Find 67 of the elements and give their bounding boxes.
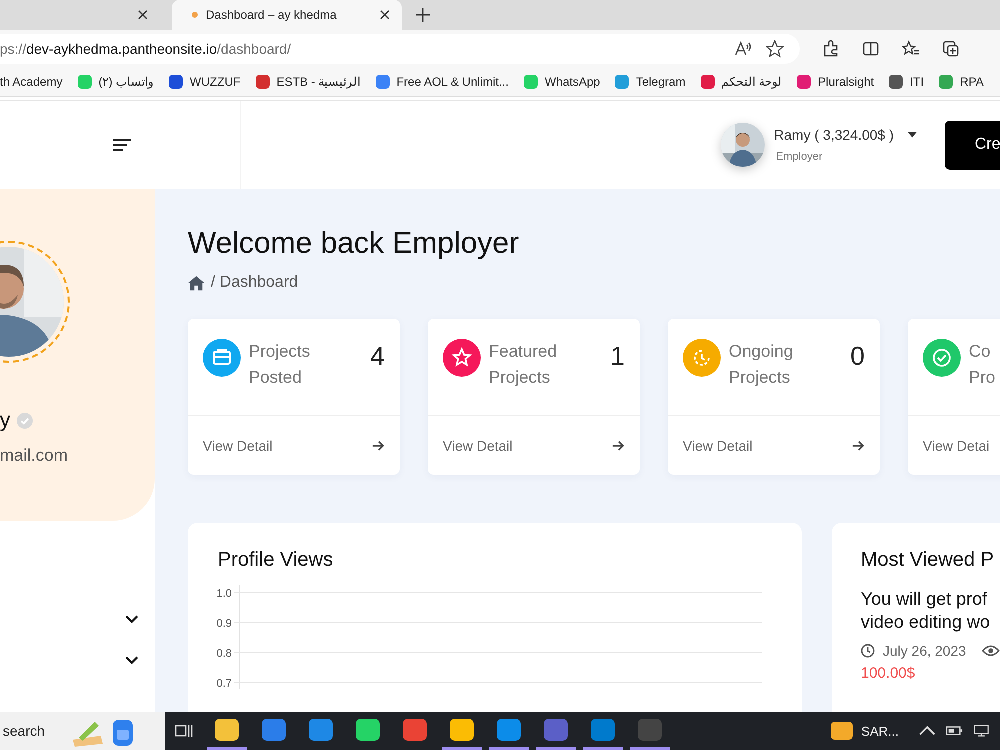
battery-icon[interactable] [946, 725, 963, 737]
home-icon[interactable] [188, 276, 205, 290]
axis-tick-label: 0.9 [216, 618, 232, 630]
post-date: July 26, 2023 [883, 643, 966, 659]
extensions-icon[interactable] [822, 40, 840, 58]
bookmark-link[interactable]: لوحة التحكم [700, 75, 782, 89]
view-detail-link[interactable]: View Detail [443, 438, 602, 454]
profile-name: y [0, 409, 10, 433]
user-role: Employer [776, 151, 824, 163]
axis-tick-label: 0.8 [216, 648, 232, 660]
stat-label: Projects Posted [249, 341, 312, 389]
search-field[interactable]: search [0, 712, 165, 750]
stat-count: 0 [850, 341, 865, 372]
stat-label: Ongoing Projects [729, 341, 794, 389]
favicon-icon [192, 12, 198, 18]
weather-icon [831, 722, 854, 740]
card-title: Most Viewed P [861, 549, 996, 572]
close-icon[interactable] [138, 10, 148, 20]
view-detail-link[interactable]: View Detai [923, 438, 1000, 454]
chart-title: Profile Views [218, 549, 334, 572]
browser-tab[interactable]: Dashboard – ay khedma [172, 0, 402, 30]
clock-icon [861, 644, 875, 658]
profile-email: mail.com [0, 446, 68, 466]
view-detail-link[interactable]: View Detail [683, 438, 842, 454]
chevron-down-icon[interactable] [125, 615, 139, 624]
bookmark-link[interactable]: WhatsApp [524, 75, 600, 89]
read-aloud-icon[interactable] [734, 40, 752, 58]
caret-icon[interactable] [908, 132, 917, 138]
eye-icon [982, 645, 1000, 657]
favorite-star-icon[interactable] [766, 40, 784, 58]
job-price: 100.00$ [861, 665, 916, 682]
create-button[interactable]: Cre [945, 120, 1000, 170]
bookmark-link[interactable]: (٢) واتساب [78, 75, 154, 89]
bookmark-link[interactable]: Free AOL & Unlimit... [376, 75, 509, 89]
view-detail-link[interactable]: View Detail [203, 438, 362, 454]
job-title[interactable]: You will get prof video editing wo [861, 588, 1000, 634]
favorites-icon[interactable] [902, 40, 920, 58]
stat-label: Co Pro [969, 341, 996, 389]
weather-text: SAR... [861, 724, 899, 738]
stat-count: 1 [610, 341, 625, 372]
stat-label: Featured Projects [489, 341, 558, 389]
chevron-up-icon[interactable] [919, 725, 936, 737]
arrow-right-icon[interactable] [372, 440, 385, 452]
bookmark-link[interactable]: th Academy [0, 75, 63, 89]
stat-count: 4 [370, 341, 385, 372]
user-name[interactable]: Ramy ( 3,324.00$ ) [774, 127, 894, 143]
bookmark-link[interactable]: ITI [889, 75, 924, 89]
close-icon[interactable] [380, 10, 390, 20]
collections-icon[interactable] [942, 40, 960, 58]
split-screen-icon[interactable] [862, 40, 880, 58]
bookmark-link[interactable]: ESTB - الرئيسية [256, 75, 361, 89]
task-view-icon[interactable] [175, 723, 193, 739]
chevron-down-icon[interactable] [125, 656, 139, 665]
bookmark-link[interactable]: Pluralsight [797, 75, 874, 89]
axis-tick-label: 0.7 [216, 678, 232, 689]
arrow-right-icon[interactable] [852, 440, 865, 452]
menu-icon[interactable] [112, 138, 132, 152]
axis-tick-label: 1.0 [216, 588, 232, 600]
address-field[interactable]: ps://dev-aykhedma.pantheonsite.io/dashboard/ [0, 34, 800, 64]
page-title: Welcome back Employer [188, 227, 520, 261]
bookmark-link[interactable]: Telegram [615, 75, 686, 89]
bookmark-link[interactable]: RPA [939, 75, 984, 89]
bookmark-link[interactable]: WUZZUF [169, 75, 241, 89]
network-icon[interactable] [973, 725, 990, 737]
breadcrumb: / Dashboard [211, 274, 298, 292]
new-tab-icon[interactable] [416, 8, 430, 22]
arrow-right-icon[interactable] [612, 440, 625, 452]
